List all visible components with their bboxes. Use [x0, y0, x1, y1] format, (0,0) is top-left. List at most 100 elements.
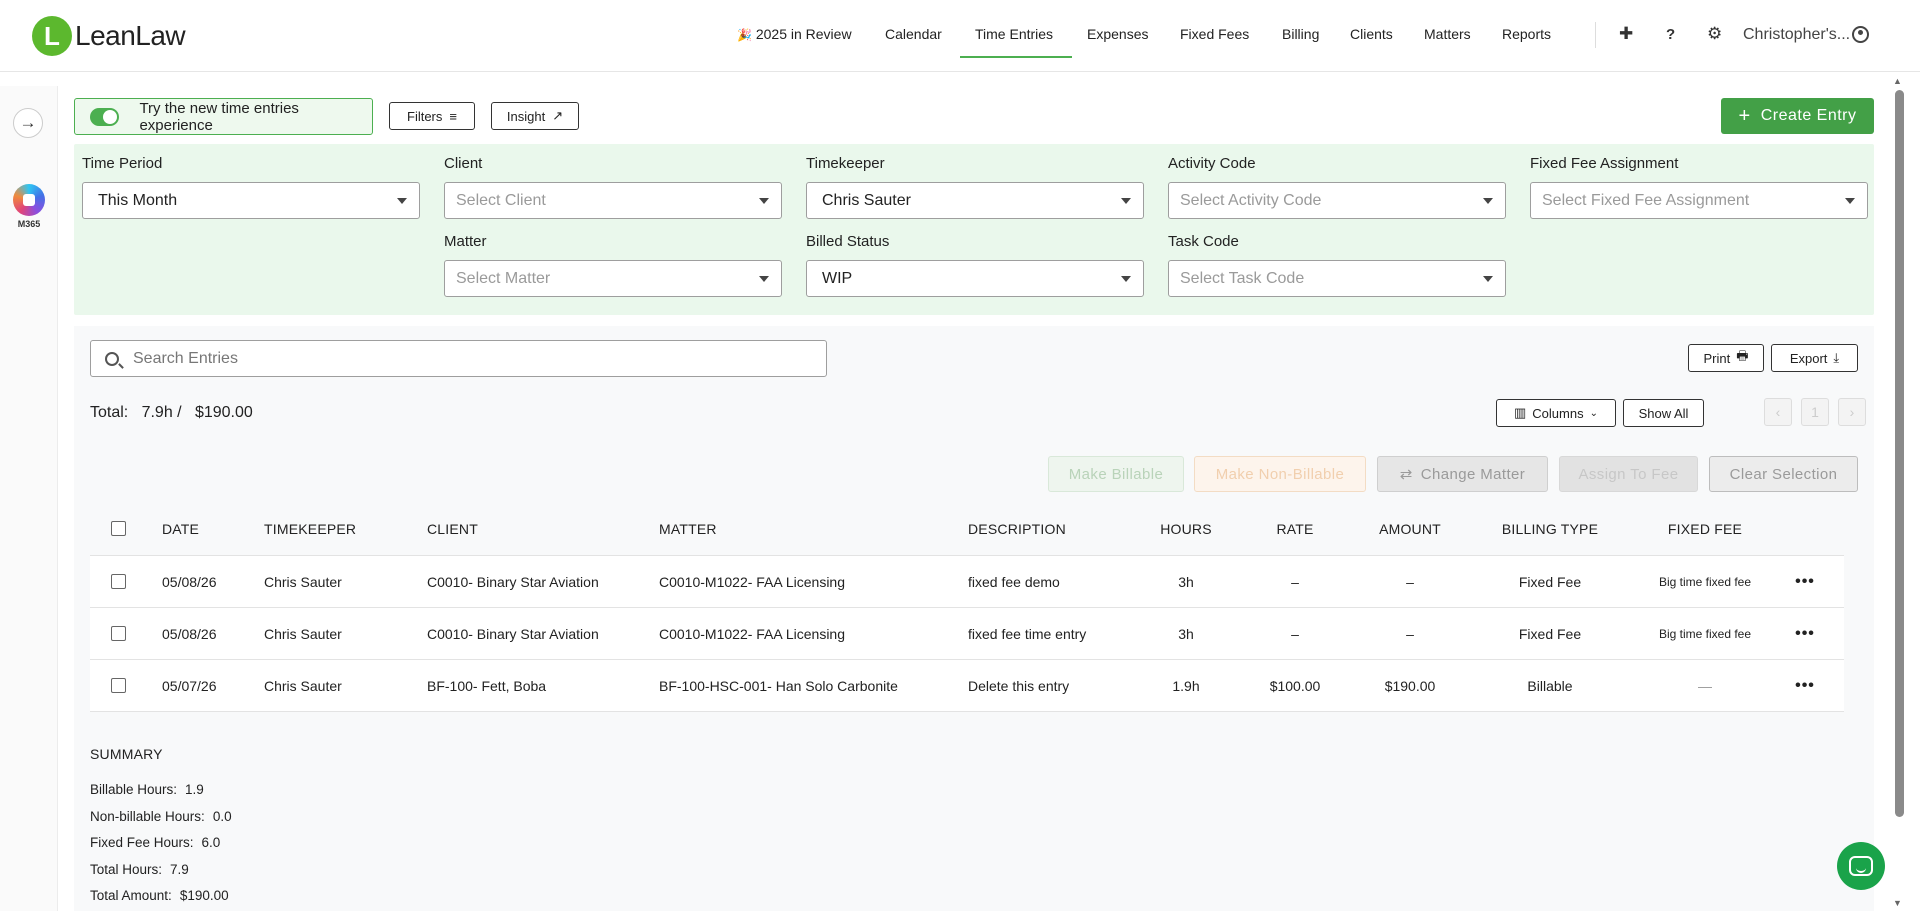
- leanlaw-logo[interactable]: L LeanLaw: [32, 16, 186, 56]
- col-date[interactable]: DATE: [162, 502, 199, 555]
- page-scrollbar[interactable]: [1888, 72, 1920, 911]
- nav-expenses[interactable]: Expenses: [1087, 26, 1148, 42]
- table-row[interactable]: 05/07/26 Chris Sauter BF-100- Fett, Boba…: [90, 660, 1844, 712]
- cell-billing-type: Billable: [1527, 677, 1573, 694]
- make-billable-button[interactable]: Make Billable: [1048, 456, 1184, 492]
- client-select[interactable]: Select Client: [444, 182, 782, 219]
- columns-icon: ▥: [1514, 405, 1527, 420]
- row-checkbox[interactable]: [111, 574, 126, 589]
- summary-label: Non-billable Hours:: [90, 808, 205, 824]
- nav-time-entries[interactable]: Time Entries: [975, 26, 1053, 42]
- top-navigation-bar: L LeanLaw 🎉 2025 in Review Calendar Time…: [0, 0, 1920, 72]
- insight-button[interactable]: Insight ↗: [491, 102, 579, 130]
- columns-label: Columns: [1532, 405, 1584, 421]
- time-period-value: This Month: [98, 191, 178, 209]
- create-entry-label: Create Entry: [1760, 107, 1857, 124]
- entries-total: Total: 7.9h / $190.00: [90, 404, 253, 421]
- cell-matter: BF-100-HSC-001- Han Solo Carbonite: [659, 677, 898, 694]
- cell-rate: –: [1291, 573, 1299, 590]
- row-menu-icon[interactable]: •••: [1785, 608, 1825, 659]
- row-checkbox[interactable]: [111, 626, 126, 641]
- nav-clients[interactable]: Clients: [1350, 26, 1393, 42]
- timekeeper-label: Timekeeper: [806, 155, 885, 172]
- col-fixed-fee[interactable]: FIXED FEE: [1630, 502, 1780, 555]
- gear-icon[interactable]: ⚙: [1707, 24, 1722, 44]
- time-period-select[interactable]: This Month: [82, 182, 420, 219]
- activity-code-select[interactable]: Select Activity Code: [1168, 182, 1506, 219]
- search-icon: [105, 351, 119, 366]
- page-next-button[interactable]: ›: [1838, 398, 1866, 426]
- timekeeper-select[interactable]: Chris Sauter: [806, 182, 1144, 219]
- print-label: Print: [1703, 350, 1731, 366]
- page-number[interactable]: 1: [1801, 398, 1829, 426]
- clear-selection-button[interactable]: Clear Selection: [1709, 456, 1858, 492]
- search-entries-input[interactable]: Search Entries: [90, 340, 827, 377]
- scrollbar-thumb[interactable]: [1895, 90, 1904, 817]
- nav-calendar[interactable]: Calendar: [885, 26, 942, 42]
- cell-client: C0010- Binary Star Aviation: [427, 573, 599, 590]
- col-amount[interactable]: AMOUNT: [1360, 502, 1460, 555]
- cell-hours: 3h: [1178, 573, 1194, 590]
- page-prev-button[interactable]: ‹: [1764, 398, 1792, 426]
- select-all-checkbox[interactable]: [111, 521, 126, 536]
- nav-billing[interactable]: Billing: [1282, 26, 1319, 42]
- columns-button[interactable]: ▥ Columns ⌄: [1496, 399, 1616, 427]
- col-matter[interactable]: MATTER: [659, 502, 717, 555]
- table-row[interactable]: 05/08/26 Chris Sauter C0010- Binary Star…: [90, 556, 1844, 608]
- plus-icon[interactable]: ✚: [1619, 24, 1633, 44]
- party-popper-icon: 🎉: [737, 28, 752, 42]
- scroll-up-icon[interactable]: ▲: [1893, 76, 1902, 86]
- chat-support-button[interactable]: [1837, 842, 1885, 890]
- make-non-billable-button[interactable]: Make Non-Billable: [1194, 456, 1366, 492]
- nav-fixed-fees[interactable]: Fixed Fees: [1180, 26, 1249, 42]
- summary-label: Billable Hours:: [90, 782, 178, 797]
- row-checkbox[interactable]: [111, 678, 126, 693]
- cell-amount: –: [1406, 625, 1414, 642]
- select-all-checkbox-cell[interactable]: [111, 502, 126, 555]
- new-experience-toggle[interactable]: Try the new time entries experience: [74, 98, 373, 135]
- cell-timekeeper: Chris Sauter: [264, 573, 342, 590]
- col-description[interactable]: DESCRIPTION: [968, 502, 1066, 555]
- matter-select[interactable]: Select Matter: [444, 260, 782, 297]
- table-row[interactable]: 05/08/26 Chris Sauter C0010- Binary Star…: [90, 608, 1844, 660]
- user-menu[interactable]: Christopher's...: [1743, 26, 1850, 44]
- toggle-label: Try the new time entries experience: [139, 99, 299, 134]
- create-entry-button[interactable]: + Create Entry: [1721, 98, 1874, 134]
- nav-2025-in-review[interactable]: 🎉 2025 in Review: [737, 26, 852, 42]
- expand-sidebar-button[interactable]: →: [13, 108, 43, 138]
- logo-mark: L: [32, 16, 72, 56]
- insight-label: Insight: [506, 108, 546, 124]
- print-button[interactable]: Print 🖶: [1688, 344, 1764, 372]
- chevron-down-icon: [759, 198, 769, 204]
- cell-billing-type: Fixed Fee: [1518, 573, 1582, 590]
- col-timekeeper[interactable]: TIMEKEEPER: [264, 502, 356, 555]
- active-tab-indicator: [960, 56, 1072, 58]
- cell-fixed-fee: Big time fixed fee: [1658, 574, 1752, 589]
- assign-to-fee-button[interactable]: Assign To Fee: [1559, 456, 1698, 492]
- row-menu-icon[interactable]: •••: [1785, 660, 1825, 711]
- toggle-switch[interactable]: [90, 107, 120, 126]
- scroll-down-icon[interactable]: ▼: [1893, 898, 1902, 908]
- summary-label: Total Amount:: [90, 888, 172, 903]
- col-billing-type[interactable]: BILLING TYPE: [1475, 502, 1625, 555]
- billed-status-select[interactable]: WIP: [806, 260, 1144, 297]
- help-icon[interactable]: ?: [1666, 26, 1675, 43]
- cell-fixed-fee: —: [1698, 677, 1712, 694]
- show-all-button[interactable]: Show All: [1623, 399, 1704, 427]
- change-matter-button[interactable]: ⇄ Change Matter: [1377, 456, 1548, 492]
- fixed-fee-assignment-select[interactable]: Select Fixed Fee Assignment: [1530, 182, 1868, 219]
- col-client[interactable]: CLIENT: [427, 502, 478, 555]
- filters-button[interactable]: Filters ≡: [389, 102, 475, 130]
- user-avatar-icon[interactable]: [1852, 26, 1869, 43]
- cell-client: C0010- Binary Star Aviation: [427, 625, 599, 642]
- task-code-select[interactable]: Select Task Code: [1168, 260, 1506, 297]
- col-hours[interactable]: HOURS: [1136, 502, 1236, 555]
- row-menu-icon[interactable]: •••: [1785, 556, 1825, 607]
- col-rate[interactable]: RATE: [1245, 502, 1345, 555]
- m365-app-button[interactable]: M365: [13, 184, 45, 229]
- chevron-left-icon: ‹: [1775, 404, 1781, 420]
- nav-label: 2025 in Review: [755, 26, 852, 42]
- nav-reports[interactable]: Reports: [1502, 26, 1551, 42]
- nav-matters[interactable]: Matters: [1424, 26, 1471, 42]
- export-button[interactable]: Export ⤓: [1771, 344, 1858, 372]
